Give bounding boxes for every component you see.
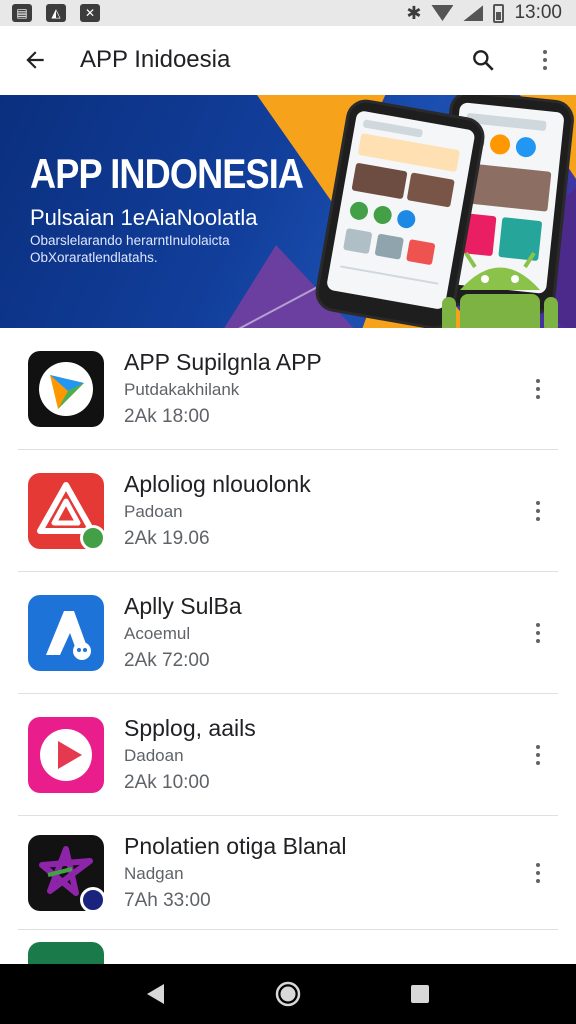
- item-more-button[interactable]: [518, 359, 558, 419]
- list-item[interactable]: Aploliog nlouolonk Padoan 2Ak 19.06: [0, 450, 576, 572]
- page-title: APP Inidoesia: [80, 46, 231, 73]
- app-icon: [28, 351, 104, 427]
- app-subtitle: Nadgan: [124, 864, 184, 883]
- banner-subtitle: Pulsaian 1eAiaNoolatla: [30, 205, 258, 230]
- app-time: 2Ak 18:00: [124, 406, 210, 427]
- home-circle-icon: [275, 981, 301, 1007]
- notification-icon: ▤: [12, 4, 32, 22]
- app-subtitle: Putdakakhilank: [124, 380, 240, 399]
- app-icon: [28, 473, 106, 551]
- app-time: 2Ak 72:00: [124, 650, 210, 671]
- app-bar: APP Inidoesia: [0, 26, 576, 94]
- item-text: Aplly SulBa Acoemul 2Ak 72:00: [124, 592, 518, 674]
- item-text: APP Supilgnla APP Putdakakhilank 2Ak 18:…: [124, 348, 518, 430]
- list-item[interactable]: Pnolatien otiga Blanal Nadgan 7Ah 33:00: [0, 816, 576, 930]
- back-triangle-icon: [147, 984, 164, 1004]
- app-title: Spplog, aails: [124, 715, 256, 741]
- item-more-button[interactable]: [518, 843, 558, 903]
- app-title: Aplly SulBa: [124, 593, 242, 619]
- dark-play-triangle-icon: [39, 362, 93, 416]
- search-button[interactable]: [452, 26, 514, 94]
- bluetooth-icon: ✱: [406, 2, 422, 23]
- item-text: Pnolatien otiga Blanal Nadgan 7Ah 33:00: [124, 832, 518, 914]
- more-vert-icon: [543, 50, 547, 70]
- item-more-button[interactable]: [518, 603, 558, 663]
- wifi-icon: [431, 5, 454, 21]
- app-icon: [28, 835, 106, 913]
- promo-banner[interactable]: APP INDONESIA Pulsaian 1eAiaNoolatla Oba…: [0, 95, 576, 328]
- item-text: Spplog, aails Dadoan 2Ak 10:00: [124, 714, 518, 796]
- android-robot-icon: [442, 251, 558, 328]
- notification-area: ▤ ◭ ✕: [12, 4, 100, 22]
- app-subtitle: Dadoan: [124, 746, 184, 765]
- pink-play-icon: [40, 729, 92, 781]
- item-more-button[interactable]: [518, 481, 558, 541]
- app-time: 2Ak 19.06: [124, 528, 210, 549]
- list-item-partial[interactable]: [0, 930, 576, 964]
- nav-home-button[interactable]: [258, 964, 318, 1024]
- blue-a-logo-icon: [46, 611, 91, 660]
- list-item[interactable]: Spplog, aails Dadoan 2Ak 10:00: [0, 694, 576, 816]
- badge-icon: [80, 525, 106, 551]
- app-time: 7Ah 33:00: [124, 890, 211, 911]
- nav-back-button[interactable]: [126, 964, 186, 1024]
- list-item[interactable]: Aplly SulBa Acoemul 2Ak 72:00: [0, 572, 576, 694]
- more-vert-icon: [536, 745, 540, 765]
- system-nav-bar: [0, 964, 576, 1024]
- app-icon: [28, 595, 104, 671]
- app-subtitle: Padoan: [124, 502, 183, 521]
- status-time: 13:00: [514, 2, 562, 23]
- recents-square-icon: [411, 985, 429, 1003]
- more-options-button[interactable]: [514, 26, 576, 94]
- battery-icon: [493, 3, 505, 23]
- app-icon: [28, 942, 104, 964]
- app-title: Pnolatien otiga Blanal: [124, 833, 347, 859]
- banner-title: APP INDONESIA: [30, 150, 304, 197]
- signal-icon: [463, 5, 484, 21]
- list-item[interactable]: APP Supilgnla APP Putdakakhilank 2Ak 18:…: [0, 328, 576, 450]
- app-time: 2Ak 10:00: [124, 772, 210, 793]
- badge-icon: [80, 887, 106, 913]
- item-more-button[interactable]: [518, 725, 558, 785]
- more-vert-icon: [536, 379, 540, 399]
- notification-icon: ◭: [46, 4, 66, 22]
- item-text: Aploliog nlouolonk Padoan 2Ak 19.06: [124, 470, 518, 552]
- more-vert-icon: [536, 501, 540, 521]
- banner-description: Obarslelarando herarntInulolaicta ObXora…: [30, 233, 230, 265]
- search-icon: [473, 50, 494, 71]
- back-arrow-icon: [26, 51, 44, 69]
- app-title: APP Supilgnla APP: [124, 349, 322, 375]
- app-list: APP Supilgnla APP Putdakakhilank 2Ak 18:…: [0, 328, 576, 964]
- more-vert-icon: [536, 623, 540, 643]
- app-icon: [28, 717, 104, 793]
- system-icons: ✱ 13:00: [406, 2, 562, 24]
- app-title: Aploliog nlouolonk: [124, 471, 311, 497]
- more-vert-icon: [536, 863, 540, 883]
- back-button[interactable]: [0, 26, 70, 94]
- nav-recents-button[interactable]: [390, 964, 450, 1024]
- notification-icon: ✕: [80, 4, 100, 22]
- status-bar: ▤ ◭ ✕ ✱ 13:00: [0, 0, 576, 26]
- app-subtitle: Acoemul: [124, 624, 191, 643]
